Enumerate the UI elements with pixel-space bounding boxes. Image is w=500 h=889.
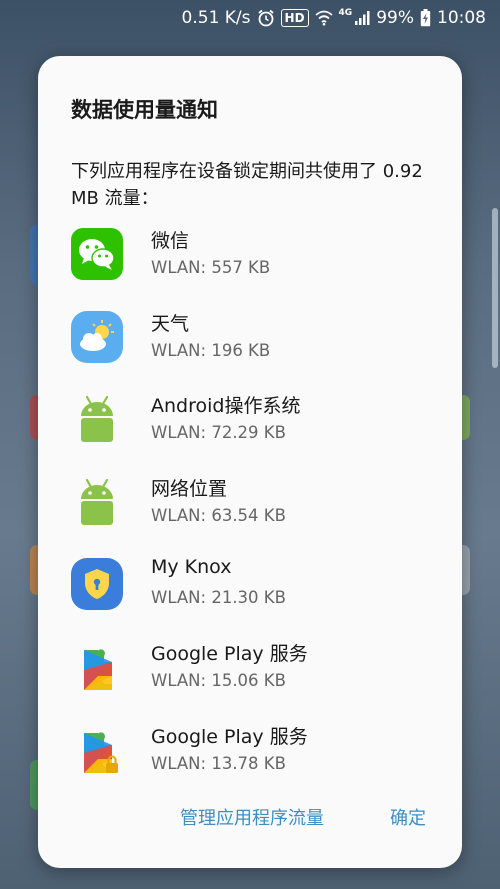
app-name: 天气	[151, 312, 190, 335]
scroll-handle	[492, 208, 498, 368]
battery-charging-icon	[420, 9, 431, 27]
list-item: 天气 WLAN: 196 KB	[71, 307, 441, 390]
google-play-services-icon	[71, 641, 123, 693]
app-name: 网络位置	[151, 477, 228, 500]
knox-icon	[71, 558, 123, 611]
app-usage: WLAN: 63.54 KB	[151, 505, 286, 525]
list-item: Google Play 服务 WLAN: 13.78 KB	[71, 720, 441, 803]
manage-app-data-button[interactable]: 管理应用程序流量	[180, 804, 324, 830]
wechat-icon	[71, 228, 123, 280]
dialog-title: 数据使用量通知	[71, 98, 218, 122]
app-usage: WLAN: 13.78 KB	[151, 753, 286, 773]
data-usage-dialog: 数据使用量通知 下列应用程序在设备锁定期间共使用了 0.92 MB 流量： 微信…	[38, 56, 462, 868]
app-name: Google Play 服务	[151, 725, 308, 748]
signal-icon	[354, 10, 370, 26]
battery-percent: 99%	[376, 8, 414, 28]
app-usage: WLAN: 72.29 KB	[151, 423, 286, 443]
app-name: Google Play 服务	[151, 642, 308, 665]
clock: 10:08	[437, 8, 486, 28]
app-usage: WLAN: 15.06 KB	[151, 670, 286, 690]
status-bar: 0.51 K/s HD 4G 99% 10:08	[0, 0, 500, 36]
app-usage-list: 微信 WLAN: 557 KB 天气 WLAN: 196 KB Android操…	[71, 224, 441, 802]
app-name: Android操作系统	[151, 395, 301, 418]
list-item: Android操作系统 WLAN: 72.29 KB	[71, 389, 441, 472]
ok-button[interactable]: 确定	[390, 804, 426, 830]
app-usage: WLAN: 196 KB	[151, 340, 271, 360]
alarm-icon	[257, 9, 275, 27]
google-play-services-icon	[71, 724, 123, 776]
app-usage: WLAN: 557 KB	[151, 258, 271, 277]
weather-icon	[71, 310, 123, 363]
list-item: 微信 WLAN: 557 KB	[71, 224, 441, 307]
wifi-icon	[314, 10, 333, 26]
network-type: 4G	[338, 8, 353, 18]
network-speed: 0.51 K/s	[181, 8, 251, 28]
app-usage: WLAN: 21.30 KB	[151, 588, 286, 608]
list-item: 网络位置 WLAN: 63.54 KB	[71, 472, 441, 555]
list-item: Google Play 服务 WLAN: 15.06 KB	[71, 637, 441, 720]
app-name: My Knox	[151, 556, 232, 579]
dialog-message: 下列应用程序在设备锁定期间共使用了 0.92 MB 流量：	[71, 161, 423, 209]
android-icon	[71, 476, 123, 528]
app-name: 微信	[151, 230, 190, 252]
hd-badge: HD	[280, 9, 309, 27]
list-item: My Knox WLAN: 21.30 KB	[71, 554, 441, 637]
android-icon	[71, 393, 123, 445]
dialog-actions: 管理应用程序流量 确定	[38, 804, 462, 840]
